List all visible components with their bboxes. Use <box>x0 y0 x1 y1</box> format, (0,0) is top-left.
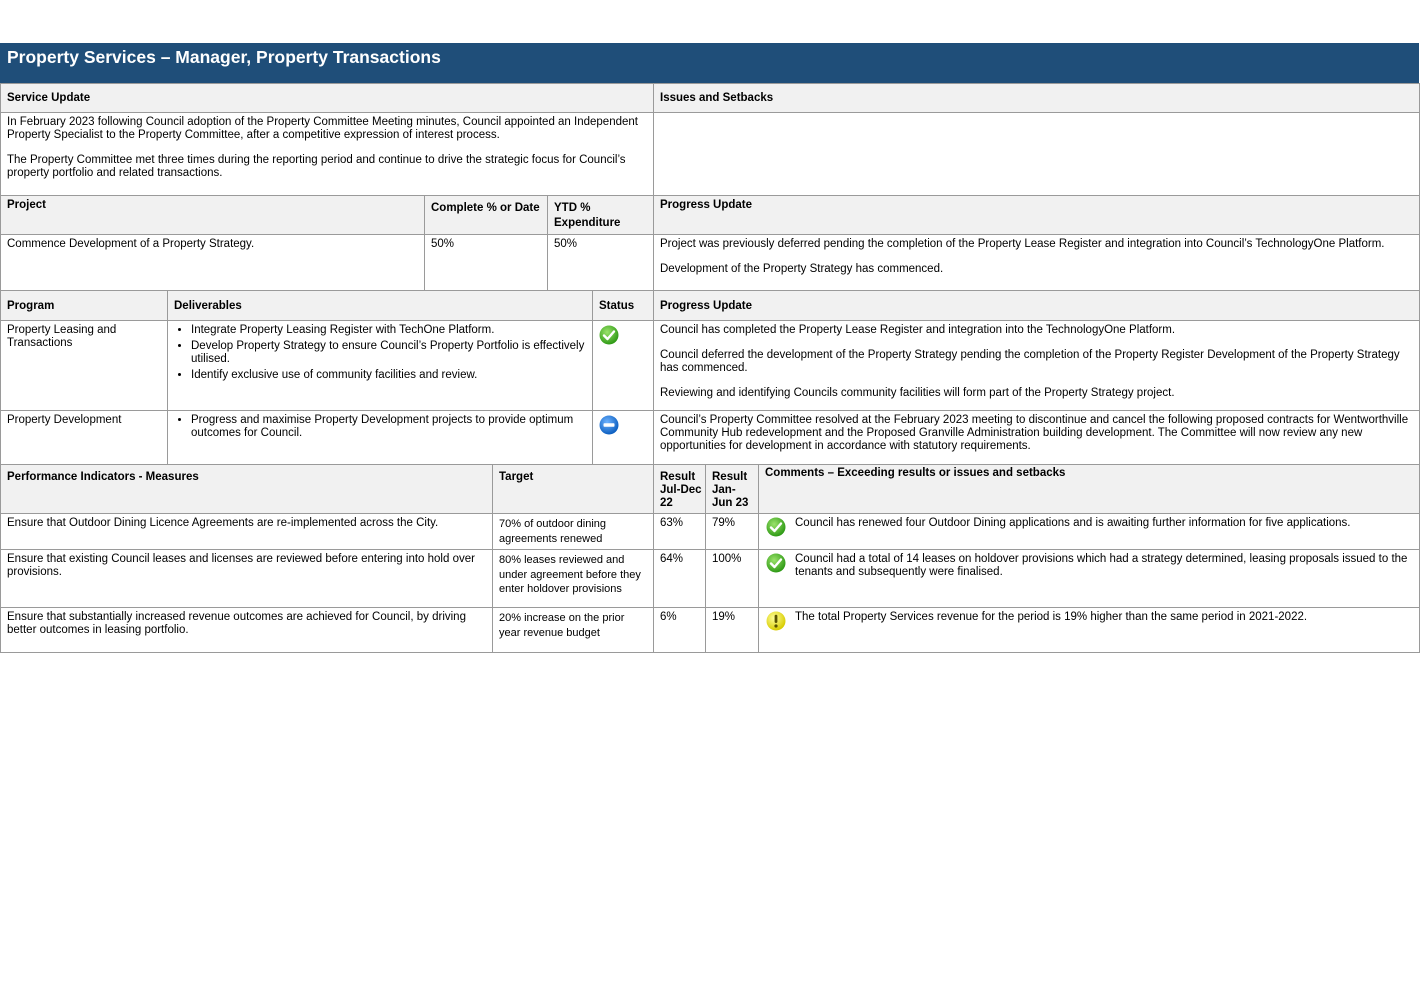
project-table: Project Complete % or Date YTD % Expendi… <box>0 195 1420 292</box>
program-table: Program Deliverables Status Progress Upd… <box>0 290 1420 465</box>
measure-heading: Performance Indicators - Measures <box>0 464 493 514</box>
kpi-result-jul-dec: 64% <box>653 549 706 608</box>
kpi-result-jan-jun: 100% <box>705 549 759 608</box>
program-status <box>592 320 654 411</box>
performance-indicators-table: Performance Indicators - Measures Target… <box>0 464 1420 653</box>
yellow-exclamation-icon <box>766 611 786 631</box>
progress-paragraph: Reviewing and identifying Councils commu… <box>660 387 1175 399</box>
kpi-target: 80% leases reviewed and under agreement … <box>492 549 654 608</box>
blue-minus-icon <box>599 415 619 435</box>
page-title: Property Services – Manager, Property Tr… <box>7 47 441 67</box>
service-update-text: In February 2023 following Council adopt… <box>0 112 654 196</box>
program-deliverables: Integrate Property Leasing Register with… <box>167 320 593 411</box>
result-jul-dec-heading: Result Jul-Dec 22 <box>653 464 706 514</box>
comments-heading: Comments – Exceeding results or issues a… <box>758 464 1420 514</box>
status-heading: Status <box>592 290 654 321</box>
kpi-comment-text: Council has renewed four Outdoor Dining … <box>795 517 1351 529</box>
service-update-paragraph: The Property Committee met three times d… <box>7 154 626 179</box>
kpi-comment: Council had a total of 14 leases on hold… <box>758 549 1420 608</box>
project-complete: 50% <box>424 234 548 292</box>
kpi-result-jul-dec: 6% <box>653 607 706 653</box>
program-name: Property Development <box>0 410 168 465</box>
project-ytd: 50% <box>547 234 654 292</box>
table-row: Ensure that substantially increased reve… <box>0 607 1420 653</box>
kpi-target: 70% of outdoor dining agreements renewed <box>492 513 654 550</box>
table-row: Ensure that Outdoor Dining Licence Agree… <box>0 513 1420 550</box>
program-name: Property Leasing and Transactions <box>0 320 168 411</box>
green-check-icon <box>766 517 786 537</box>
complete-heading: Complete % or Date <box>424 195 548 235</box>
program-progress-heading: Progress Update <box>653 290 1420 321</box>
service-update-paragraph: In February 2023 following Council adopt… <box>7 116 638 141</box>
service-update-table: Service Update Issues and Setbacks In Fe… <box>0 83 1420 196</box>
kpi-comment: Council has renewed four Outdoor Dining … <box>758 513 1420 550</box>
project-name: Commence Development of a Property Strat… <box>0 234 425 292</box>
target-heading: Target <box>492 464 654 514</box>
table-row: Property Development Progress and maximi… <box>0 410 1420 465</box>
table-row: Property Leasing and Transactions Integr… <box>0 320 1420 411</box>
deliverable-item: Identify exclusive use of community faci… <box>191 369 586 382</box>
project-progress-heading: Progress Update <box>653 195 1420 235</box>
issues-setbacks-heading: Issues and Setbacks <box>653 83 1420 113</box>
kpi-measure: Ensure that existing Council leases and … <box>0 549 493 608</box>
project-heading: Project <box>0 195 425 235</box>
progress-paragraph: Council’s Property Committee resolved at… <box>660 414 1409 452</box>
kpi-result-jan-jun: 79% <box>705 513 759 550</box>
program-progress: Council has completed the Property Lease… <box>653 320 1420 411</box>
kpi-result-jul-dec: 63% <box>653 513 706 550</box>
kpi-comment-text: Council had a total of 14 leases on hold… <box>795 553 1408 578</box>
progress-paragraph: Development of the Property Strategy has… <box>660 263 944 275</box>
progress-paragraph: Council deferred the development of the … <box>660 349 1400 374</box>
program-heading: Program <box>0 290 168 321</box>
progress-paragraph: Project was previously deferred pending … <box>660 238 1385 250</box>
progress-paragraph: Council has completed the Property Lease… <box>660 324 1176 336</box>
table-row: Ensure that existing Council leases and … <box>0 549 1420 608</box>
kpi-measure: Ensure that substantially increased reve… <box>0 607 493 653</box>
kpi-target: 20% increase on the prior year revenue b… <box>492 607 654 653</box>
deliverable-item: Progress and maximise Property Developme… <box>191 414 586 440</box>
service-update-heading: Service Update <box>0 83 654 113</box>
green-check-icon <box>766 553 786 573</box>
green-check-icon <box>599 325 619 345</box>
project-progress: Project was previously deferred pending … <box>653 234 1420 292</box>
page-banner: Property Services – Manager, Property Tr… <box>0 43 1419 83</box>
result-jan-jun-heading: Result Jan-Jun 23 <box>705 464 759 514</box>
issues-setbacks-text <box>653 112 1420 196</box>
ytd-expenditure-heading: YTD % Expenditure <box>547 195 654 235</box>
kpi-measure: Ensure that Outdoor Dining Licence Agree… <box>0 513 493 550</box>
kpi-result-jan-jun: 19% <box>705 607 759 653</box>
deliverables-heading: Deliverables <box>167 290 593 321</box>
program-progress: Council’s Property Committee resolved at… <box>653 410 1420 465</box>
program-deliverables: Progress and maximise Property Developme… <box>167 410 593 465</box>
deliverable-item: Integrate Property Leasing Register with… <box>191 324 586 337</box>
deliverable-item: Develop Property Strategy to ensure Coun… <box>191 340 586 366</box>
program-status <box>592 410 654 465</box>
kpi-comment: The total Property Services revenue for … <box>758 607 1420 653</box>
table-row: Commence Development of a Property Strat… <box>0 234 1420 292</box>
kpi-comment-text: The total Property Services revenue for … <box>795 611 1308 623</box>
